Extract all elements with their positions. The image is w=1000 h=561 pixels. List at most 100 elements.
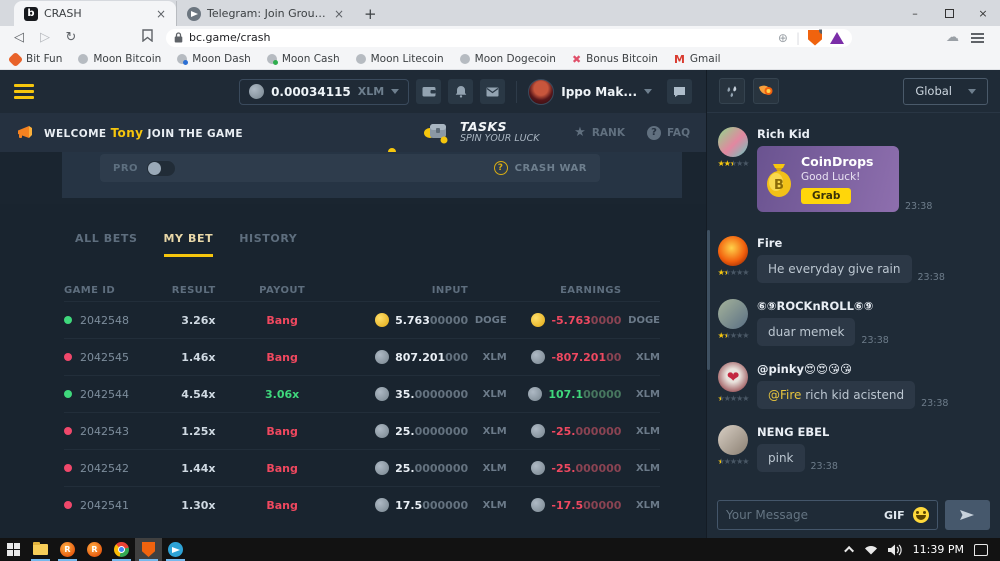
tasks-subtitle: SPIN YOUR LUCK [460, 134, 539, 144]
balance-selector[interactable]: 0.00034115 XLM [239, 79, 409, 105]
user-avatar[interactable] [528, 79, 554, 105]
bet-row[interactable]: 2042542 1.44x Bang 25.0000000 XLM -25.00… [64, 449, 660, 486]
input-coin-icon [375, 498, 389, 512]
bookmark-icon[interactable] [136, 29, 158, 46]
app-icon-2[interactable]: R [81, 538, 108, 561]
rain-button[interactable] [719, 78, 745, 104]
bookmark-add-icon[interactable]: ⊕ [778, 31, 788, 45]
xlm-coin-icon [249, 84, 264, 99]
address-bar[interactable]: bc.game/crash ⊕ | [166, 29, 852, 47]
avatar[interactable] [718, 425, 748, 455]
bookmark-bonus-bitcoin[interactable]: ✖Bonus Bitcoin [572, 53, 658, 66]
forward-button[interactable]: ▷ [34, 30, 56, 45]
chevron-down-icon[interactable] [644, 89, 652, 94]
browser-toolbar: ◁ ▷ ↻ bc.game/crash ⊕ | ☁ [0, 26, 1000, 49]
file-explorer-icon[interactable] [27, 538, 54, 561]
chat-username: NENG EBEL [757, 425, 988, 439]
volume-icon[interactable] [888, 544, 903, 556]
payout-value: Bang [266, 314, 298, 327]
app-icon-1[interactable]: R [54, 538, 81, 561]
tab-my-bet[interactable]: MY BET [164, 232, 214, 257]
tasks-banner[interactable]: TASKS SPIN YOUR LUCK [422, 120, 539, 146]
input-unit: XLM [468, 463, 507, 474]
emoji-picker-icon[interactable] [913, 507, 929, 523]
message-time: 23:38 [861, 335, 888, 346]
chevron-down-icon [391, 89, 399, 94]
crash-war-link[interactable]: ? CRASH WAR [494, 161, 587, 175]
notification-center-icon[interactable] [974, 544, 988, 556]
site-menu-icon[interactable] [14, 90, 34, 93]
avatar[interactable] [718, 127, 748, 157]
gif-button[interactable]: GIF [884, 509, 905, 522]
grab-button[interactable]: Grab [801, 188, 851, 204]
brave-rewards-icon[interactable] [830, 32, 844, 44]
result-multiplier: 3.26x [170, 314, 216, 327]
wallet-button[interactable] [416, 79, 441, 104]
new-tab-button[interactable]: + [354, 5, 387, 26]
tray-expand-icon[interactable] [844, 546, 854, 556]
tab-telegram[interactable]: Telegram: Join Group Chat × [176, 1, 354, 26]
send-button[interactable] [945, 500, 990, 530]
tab-all-bets[interactable]: ALL BETS [75, 232, 138, 257]
bookmark-moon-litecoin[interactable]: Moon Litecoin [356, 53, 444, 65]
messages-button[interactable] [480, 79, 505, 104]
clock[interactable]: 11:39 PM [913, 543, 964, 556]
bookmark-moon-bitcoin[interactable]: Moon Bitcoin [78, 53, 161, 65]
notifications-button[interactable] [448, 79, 473, 104]
message-input-wrap: GIF [717, 500, 938, 530]
input-coin-icon [375, 424, 389, 438]
start-button[interactable] [0, 538, 27, 561]
rank-link[interactable]: ★RANK [574, 125, 625, 140]
bookmark-moon-dash[interactable]: Moon Dash [177, 53, 251, 65]
browser-menu-icon[interactable] [971, 37, 984, 39]
coindrop-button[interactable] [753, 78, 779, 104]
moon-dash-icon [177, 54, 187, 64]
result-dot [64, 427, 72, 435]
brave-shield-icon[interactable] [808, 30, 822, 46]
bet-row[interactable]: 2042548 3.26x Bang 5.76300000 DOGE -5.76… [64, 301, 660, 338]
chat-scrollbar[interactable] [707, 230, 710, 370]
bookmark-moon-cash[interactable]: Moon Cash [267, 53, 340, 65]
earnings-amount: -5.7630000 [551, 314, 621, 327]
reload-button[interactable]: ↻ [60, 30, 82, 45]
bookmarks-bar: Bit Fun Moon Bitcoin Moon Dash Moon Cash… [0, 49, 1000, 70]
lock-icon [174, 32, 183, 43]
input-coin-icon [375, 350, 389, 364]
avatar[interactable]: ❤ [718, 362, 748, 392]
message-input[interactable] [726, 508, 876, 522]
telegram-favicon-icon [187, 7, 201, 21]
telegram-taskbar-icon[interactable] [162, 538, 189, 561]
avatar[interactable] [718, 299, 748, 329]
brave-taskbar-icon[interactable] [135, 538, 162, 561]
chat-channel-select[interactable]: Global [903, 78, 988, 105]
bet-row[interactable]: 2042545 1.46x Bang 807.201000 XLM -807.2… [64, 338, 660, 375]
bookmark-gmail[interactable]: MGmail [674, 53, 721, 66]
bookmark-moon-dogecoin[interactable]: Moon Dogecoin [460, 53, 556, 65]
folder-icon [33, 544, 48, 555]
back-button[interactable]: ◁ [8, 30, 30, 45]
chat-message: ★★★★★★★★★★ NENG EBEL pink 23:38 [717, 425, 988, 472]
username[interactable]: Ippo Mak... [561, 85, 637, 99]
bet-row[interactable]: 2042544 4.54x 3.06x 35.0000000 XLM 107.1… [64, 375, 660, 412]
balance-amount: 0.00034115 [271, 85, 351, 99]
tab-close-icon[interactable]: × [154, 7, 168, 21]
game-id: 2042544 [80, 388, 129, 401]
bet-row[interactable]: 2042543 1.25x Bang 25.0000000 XLM -25.00… [64, 412, 660, 449]
pro-toggle[interactable] [147, 161, 175, 176]
window-close-button[interactable]: × [966, 0, 1000, 26]
message-bubble: duar memek [757, 318, 855, 346]
tab-close-icon[interactable]: × [332, 7, 346, 21]
tab-history[interactable]: HISTORY [239, 232, 297, 257]
chrome-taskbar-icon[interactable] [108, 538, 135, 561]
faq-link[interactable]: ?FAQ [647, 126, 690, 140]
window-minimize-button[interactable]: – [898, 0, 932, 26]
bet-row[interactable]: 2042541 1.30x Bang 17.5000000 XLM -17.50… [64, 486, 660, 523]
chat-toggle-button[interactable] [667, 79, 692, 104]
bookmark-bit-fun[interactable]: Bit Fun [10, 53, 62, 65]
wifi-icon[interactable] [864, 544, 878, 555]
window-maximize-button[interactable] [932, 0, 966, 26]
sync-cloud-icon[interactable]: ☁ [946, 30, 959, 45]
avatar[interactable] [718, 236, 748, 266]
mention: @Fire [768, 388, 801, 402]
tab-crash[interactable]: b CRASH × [14, 1, 176, 26]
